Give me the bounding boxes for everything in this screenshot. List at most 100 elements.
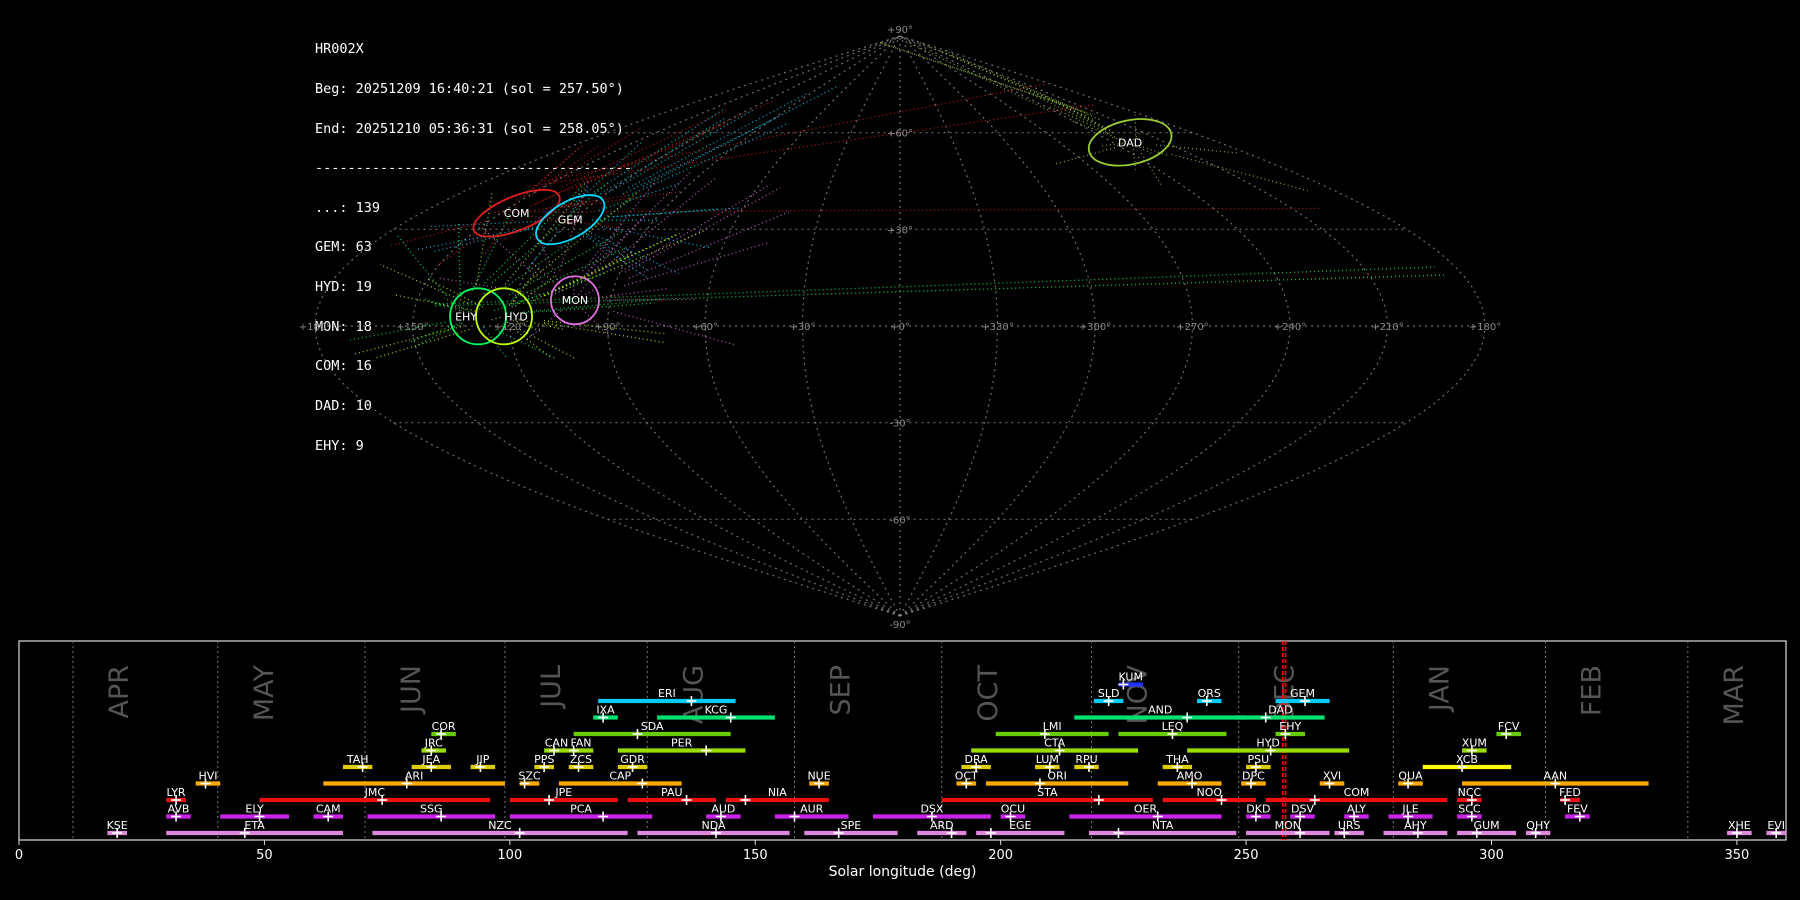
shower-label: OCT <box>955 770 978 783</box>
shower-label: AUD <box>711 803 735 816</box>
latitude-tick-label: -60° <box>889 515 910 526</box>
shower-label: DSX <box>920 803 943 816</box>
longitude-tick-label: +270° <box>1176 322 1208 333</box>
shower-label: ARI <box>405 770 423 783</box>
shower-label: NUE <box>807 770 830 783</box>
meteor-trail <box>592 219 658 222</box>
longitude-tick-label: +330° <box>981 322 1013 333</box>
meteor-trail <box>1071 120 1116 138</box>
meteor-trail <box>1132 149 1137 170</box>
meteor-trail <box>628 123 787 197</box>
meteor-trail <box>879 41 1092 115</box>
meteor-trail <box>489 316 501 322</box>
shower-label: GEM <box>1290 687 1315 700</box>
meteor-trail <box>544 232 681 297</box>
shower-label: AAN <box>1544 770 1568 783</box>
shower-label: FEV <box>1567 803 1588 816</box>
meteor-trail <box>379 263 469 304</box>
month-label: OCT <box>973 665 1004 722</box>
month-label: MAR <box>1719 665 1750 726</box>
shower-label: XCB <box>1456 753 1478 766</box>
shower-label: FAN <box>570 737 591 750</box>
shower-label: NIA <box>768 786 787 799</box>
meteor-trail <box>624 187 781 273</box>
shower-label: EVI <box>1767 819 1785 832</box>
x-tick-label: 200 <box>988 848 1013 863</box>
month-label: APR <box>104 665 135 719</box>
meteor-trail <box>879 41 1086 113</box>
meteor-trail <box>584 231 649 271</box>
longitude-tick-label: +180° <box>1469 322 1501 333</box>
shower-label: HYD <box>1256 737 1279 750</box>
radiant-label-dad: DAD <box>1118 136 1142 149</box>
meteor-trail <box>523 298 662 313</box>
longitude-tick-label: +300° <box>1079 322 1111 333</box>
shower-label: SLD <box>1098 687 1120 700</box>
meteor-trail <box>1171 153 1308 192</box>
shower-label: QHY <box>1526 819 1550 832</box>
shower-label: KSE <box>107 819 128 832</box>
longitude-tick-label: +240° <box>1274 322 1306 333</box>
sky-map: DADCOM GEMMONEHY HYD+180° +150° +120° +90° +60… <box>299 25 1501 630</box>
shower-label: PER <box>671 737 693 750</box>
shower-label: URS <box>1338 819 1361 832</box>
longitude-tick-label: +180° <box>299 322 331 333</box>
shower-label: ALY <box>1347 803 1366 816</box>
shower-label: JPE <box>554 786 572 799</box>
shower-label: FED <box>1559 786 1581 799</box>
shower-label: SCC <box>1458 803 1481 816</box>
meteor-trail <box>504 187 585 285</box>
latitude-tick-label: -30° <box>889 419 910 430</box>
latitude-tick-label: -90° <box>889 620 910 630</box>
shower-label: CAN <box>545 737 568 750</box>
shower-label: NZC <box>488 819 512 832</box>
shower-label: COM <box>1344 786 1370 799</box>
meteor-trail <box>471 213 511 292</box>
shower-label: MON <box>1275 819 1301 832</box>
shower-label: ORS <box>1198 687 1221 700</box>
plot-frame <box>18 640 1787 841</box>
shower-label: CAP <box>609 770 631 783</box>
shower-label: XVI <box>1323 770 1341 783</box>
meteor-trail <box>613 207 739 218</box>
radiant-label-mon: MON <box>562 294 588 307</box>
meteor-trail <box>1056 147 1116 165</box>
meteor-trail <box>580 99 776 186</box>
meteor-trail <box>622 116 778 195</box>
shower-label: GUM <box>1474 819 1500 832</box>
shower-label: PSU <box>1248 753 1270 766</box>
shower-label: ORI <box>1047 770 1067 783</box>
meteor-trail <box>608 108 756 193</box>
x-tick-label: 300 <box>1479 848 1504 863</box>
meteor-trail <box>429 220 536 228</box>
shower-label: KUM <box>1119 671 1143 684</box>
meteor-trail <box>484 182 587 284</box>
shower-label: QUA <box>1398 770 1423 783</box>
month-label: JUL <box>536 665 567 710</box>
shower-label: TAH <box>346 753 369 766</box>
meteor-trail <box>435 226 495 268</box>
longitude-tick-label: +150° <box>396 322 428 333</box>
shower-label: FCV <box>1498 720 1520 733</box>
shower-label: EHY <box>1279 720 1301 733</box>
shower-label: ETA <box>244 819 265 832</box>
shower-label: SSG <box>420 803 443 816</box>
shower-label: DKD <box>1246 803 1270 816</box>
meteor-trail <box>396 234 447 297</box>
meteor-trail <box>642 85 838 187</box>
x-tick-label: 50 <box>256 848 273 863</box>
shower-label: XUM <box>1462 737 1487 750</box>
meteor-trail <box>519 328 575 359</box>
radiant-label-com: COM <box>504 207 530 220</box>
x-axis-label: Solar longitude (deg) <box>829 864 977 880</box>
shower-label: DSV <box>1291 803 1314 816</box>
shower-label: ARD <box>930 819 954 832</box>
meteor-trail <box>551 230 705 296</box>
shower-label: SDA <box>641 720 664 733</box>
shower-timeline: APR MAY JUN JUL AUG SEP OCT NOV DEC JAN FEB MARKUME… <box>15 640 1787 880</box>
shower-label: OER <box>1134 803 1158 816</box>
shower-label: COR <box>432 720 456 733</box>
shower-label: XHE <box>1728 819 1751 832</box>
meteor-trail <box>918 41 1076 110</box>
shower-label: ERI <box>658 687 676 700</box>
